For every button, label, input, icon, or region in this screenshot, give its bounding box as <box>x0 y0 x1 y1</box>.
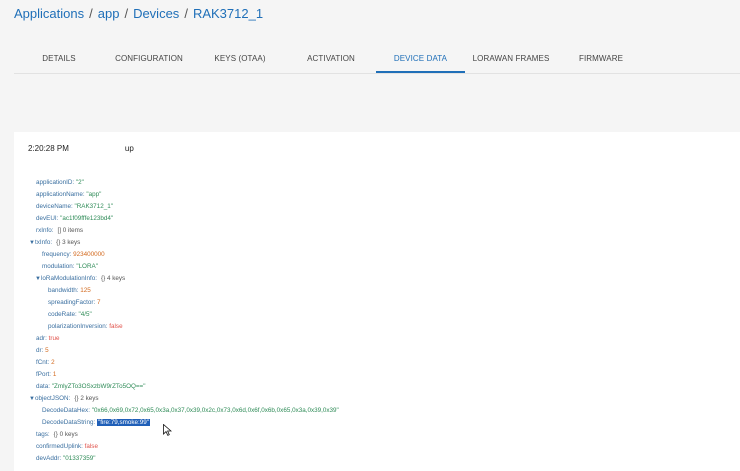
tree-key: objectJSON: <box>35 395 71 402</box>
tree-key: devEUI: <box>36 215 59 222</box>
tree-key: bandwidth: <box>48 287 79 294</box>
tree-value: "RAK3712_1" <box>74 203 113 210</box>
tree-row-confirmedUplink: confirmedUplink: false <box>36 441 98 453</box>
tab-keys-otaa[interactable]: KEYS (OTAA) <box>194 44 286 72</box>
tree-row-spreadingFactor: spreadingFactor: 7 <box>48 297 101 309</box>
tree-row-devAddr: devAddr: "01337359" <box>36 453 95 465</box>
breadcrumb: Applications / app / Devices / RAK3712_1 <box>14 6 263 21</box>
tree-value: 1 <box>52 371 57 378</box>
tree-key: applicationID: <box>36 179 75 186</box>
tree-value: false <box>84 443 98 450</box>
tree-value: "4/5" <box>78 311 92 318</box>
tree-row-frequency: frequency: 923400000 <box>42 249 105 261</box>
event-header[interactable]: 2:20:28 PM up <box>28 144 134 153</box>
tree-value: 923400000 <box>73 251 105 258</box>
tree-row-devEUI: devEUI: "ac1f09fffe123bd4" <box>36 213 113 225</box>
breadcrumb-separator: / <box>184 6 188 21</box>
tree-value: false <box>109 323 123 330</box>
tree-row-modulation: modulation: "LORA" <box>42 261 98 273</box>
tree-row-fPort: fPort: 1 <box>36 369 56 381</box>
tree-value: "app" <box>86 191 102 198</box>
tree-value: "01337359" <box>62 455 96 462</box>
tree-row-deviceName: deviceName: "RAK3712_1" <box>36 201 113 213</box>
tree-value: 2 <box>51 359 55 366</box>
tree-meta: {} 0 keys <box>53 431 78 438</box>
tree-row-bandwidth: bandwidth: 125 <box>48 285 91 297</box>
tree-value: 7 <box>97 299 101 306</box>
tree-row-applicationID: applicationID: "2" <box>36 177 84 189</box>
tree-key: fPort: <box>36 371 52 378</box>
tree-key: codeRate: <box>48 311 77 318</box>
breadcrumb-devices[interactable]: Devices <box>133 6 179 21</box>
mouse-pointer-icon <box>163 424 172 436</box>
tree-key: data: <box>36 383 51 390</box>
tab-firmware[interactable]: FIRMWARE <box>557 44 645 72</box>
event-time: 2:20:28 PM <box>28 144 69 153</box>
breadcrumb-separator: / <box>89 6 93 21</box>
tree-key: spreadingFactor: <box>48 299 96 306</box>
breadcrumb-app[interactable]: app <box>98 6 120 21</box>
tree-value-selected[interactable]: "fire:79,smoke:99" <box>96 419 150 426</box>
tree-value: "ZmlyZTo3OSxzbW9rZTo5OQ==" <box>51 383 146 390</box>
tree-row-loRaModulationInfo[interactable]: ▼loRaModulationInfo:{} 4 keys <box>35 273 125 285</box>
tree-row-fCnt: fCnt: 2 <box>36 357 55 369</box>
tree-key: txInfo: <box>35 239 53 246</box>
tree-value: "2" <box>75 179 84 186</box>
tree-meta: {} 3 keys <box>56 239 81 246</box>
tree-row-data: data: "ZmlyZTo3OSxzbW9rZTo5OQ==" <box>36 381 145 393</box>
device-data-panel: 2:20:28 PM up applicationID: "2" applicat… <box>14 132 740 471</box>
breadcrumb-device-name[interactable]: RAK3712_1 <box>193 6 263 21</box>
tree-meta: [] 0 items <box>57 227 84 234</box>
event-type: up <box>124 144 134 153</box>
tree-row-polarizationInversion: polarizationInversion: false <box>48 321 123 333</box>
tree-meta: {} 4 keys <box>101 275 126 282</box>
tree-key: adr: <box>36 335 47 342</box>
tree-row-applicationName: applicationName: "app" <box>36 189 101 201</box>
tree-key: fCnt: <box>36 359 50 366</box>
breadcrumb-separator: / <box>124 6 129 21</box>
tree-value: 125 <box>80 287 91 294</box>
tree-key: rxInfo: <box>36 227 54 234</box>
tree-value: true <box>48 335 60 342</box>
tree-value: "LORA" <box>76 263 98 270</box>
tree-row-codeRate: codeRate: "4/5" <box>48 309 92 321</box>
tree-row-DecodeDataHex: DecodeDataHex: "0x66,0x69,0x72,0x65,0x3a… <box>42 405 339 417</box>
device-tabs: DETAILS CONFIGURATION KEYS (OTAA) ACTIVA… <box>14 44 740 74</box>
tree-row-txInfo[interactable]: ▼txInfo:{} 3 keys <box>29 237 80 249</box>
tree-row-DecodeDataString: DecodeDataString: "fire:79,smoke:99" <box>42 417 150 429</box>
tree-key: frequency: <box>42 251 72 258</box>
tree-value: "ac1f09fffe123bd4" <box>60 215 114 222</box>
tree-meta: {} 2 keys <box>74 395 99 402</box>
tab-configuration[interactable]: CONFIGURATION <box>104 44 194 72</box>
tab-lorawan-frames[interactable]: LORAWAN FRAMES <box>465 44 557 72</box>
tree-value: "0x66,0x69,0x72,0x65,0x3a,0x37,0x39,0x2c… <box>91 407 339 414</box>
tree-key: tags: <box>36 431 50 438</box>
tree-key: DecodeDataString: <box>42 419 96 426</box>
tab-activation[interactable]: ACTIVATION <box>286 44 376 72</box>
tab-device-data[interactable]: DEVICE DATA <box>376 44 465 73</box>
tree-key: loRaModulationInfo: <box>41 275 98 282</box>
tree-key: dr: <box>36 347 44 354</box>
tree-row-rxInfo[interactable]: rxInfo:[] 0 items <box>36 225 83 237</box>
tree-row-dr: dr: 5 <box>36 345 49 357</box>
tree-row-adr: adr: true <box>36 333 59 345</box>
tree-key: confirmedUplink: <box>36 443 83 450</box>
tree-key: DecodeDataHex: <box>42 407 90 414</box>
tree-key: applicationName: <box>36 191 85 198</box>
breadcrumb-applications[interactable]: Applications <box>14 6 84 21</box>
tree-row-objectJSON[interactable]: ▼objectJSON:{} 2 keys <box>29 393 99 405</box>
tab-details[interactable]: DETAILS <box>14 44 104 72</box>
tree-row-tags[interactable]: tags:{} 0 keys <box>36 429 78 441</box>
tree-value: 5 <box>45 347 49 354</box>
tree-key: deviceName: <box>36 203 73 210</box>
tree-key: devAddr: <box>36 455 62 462</box>
tree-key: polarizationInversion: <box>48 323 108 330</box>
tree-key: modulation: <box>42 263 75 270</box>
